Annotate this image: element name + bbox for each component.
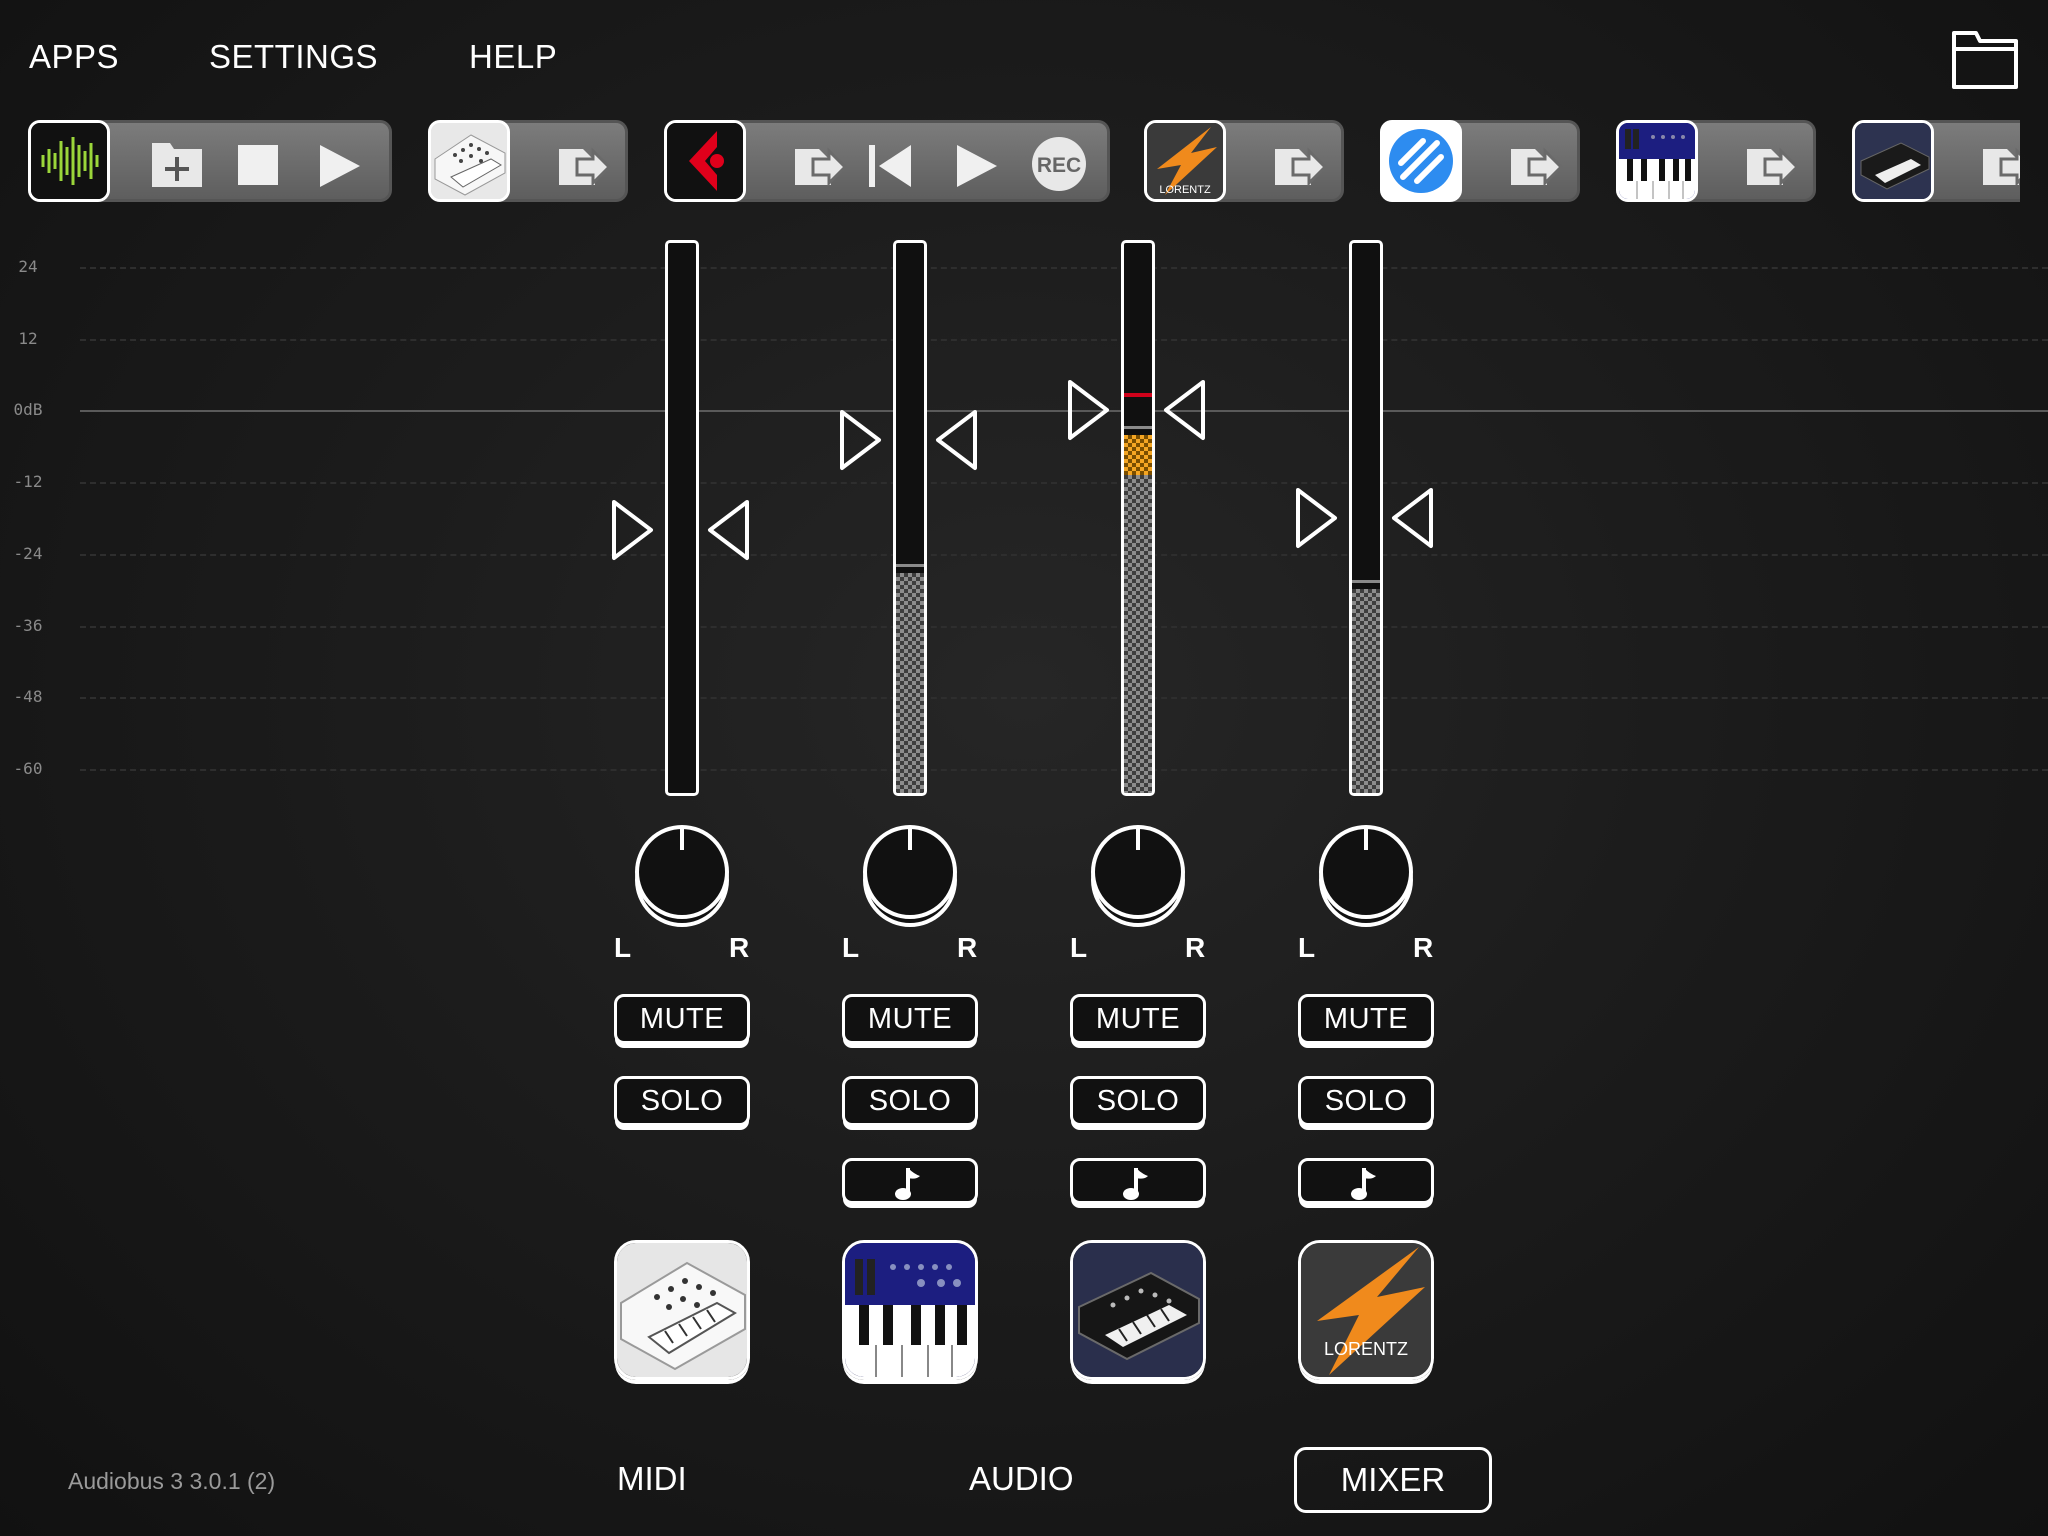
channel-app-icon[interactable] <box>1070 1240 1206 1380</box>
meter-scale-label: 0dB <box>13 400 43 420</box>
channel-app-icon[interactable] <box>842 1240 978 1380</box>
pan-left-label: L <box>842 932 860 963</box>
menu-apps[interactable]: APPS <box>29 38 119 76</box>
meter-fill <box>896 573 924 793</box>
poly-synth-app-icon[interactable] <box>428 120 510 202</box>
pan-left-label: L <box>1070 932 1088 963</box>
meter-peak-marker <box>1352 580 1380 583</box>
meter-fill <box>1124 435 1152 793</box>
app-connect-icon[interactable] <box>1743 143 1800 187</box>
menu-settings[interactable]: SETTINGS <box>209 38 378 76</box>
solo-button[interactable]: SOLO <box>1298 1076 1434 1126</box>
music-note-icon <box>1123 1168 1148 1200</box>
pan-right-label: R <box>729 932 750 963</box>
mute-button[interactable]: MUTE <box>842 994 978 1044</box>
strip-audiobus <box>28 120 392 202</box>
fader-right-arrow-icon <box>1164 380 1205 440</box>
fader-left-arrow-icon <box>840 409 881 470</box>
version-label: Audiobus 3 3.0.1 (2) <box>68 1468 276 1494</box>
midi-note-button[interactable] <box>1070 1158 1206 1204</box>
pan-knob[interactable] <box>1318 824 1414 932</box>
midi-note-button[interactable] <box>842 1158 978 1204</box>
fader-left-arrow-icon <box>1296 487 1337 548</box>
tab-midi[interactable]: MIDI <box>617 1460 687 1498</box>
channel-strip: L R MUTE SOLO <box>819 0 999 1536</box>
mute-button[interactable]: MUTE <box>614 994 750 1044</box>
svg-text:LORENTZ: LORENTZ <box>1324 1339 1408 1359</box>
volume-fader-handle[interactable] <box>839 409 979 471</box>
solo-button[interactable]: SOLO <box>1070 1076 1206 1126</box>
meter-scale-label: -12 <box>13 472 43 492</box>
meter-fill <box>1352 589 1380 793</box>
app-connect-icon[interactable] <box>1979 143 2020 187</box>
meter-scale-label: -48 <box>13 687 43 707</box>
music-note-icon <box>1351 1168 1376 1200</box>
mute-button[interactable]: MUTE <box>1070 994 1206 1044</box>
channel-app-icon[interactable]: LORENTZ <box>1298 1240 1434 1380</box>
pan-right-label: R <box>1185 932 1206 963</box>
pan-knob[interactable] <box>634 824 730 932</box>
analog-synth-app-icon[interactable] <box>1852 120 1934 202</box>
fader-left-arrow-icon <box>1068 380 1109 440</box>
volume-fader-handle[interactable] <box>1295 487 1435 549</box>
volume-fader-handle[interactable] <box>1067 379 1207 441</box>
tab-audio[interactable]: AUDIO <box>969 1460 1074 1498</box>
pan-left-label: L <box>1298 932 1316 963</box>
level-meter <box>1121 240 1155 796</box>
add-preset-icon[interactable] <box>150 143 202 187</box>
fader-right-arrow-icon <box>936 409 977 470</box>
pan-right-label: R <box>1413 932 1434 963</box>
meter-scale-label: -36 <box>13 615 43 635</box>
channel-strip: L R MUTE SOLO <box>591 0 771 1536</box>
pan-knob[interactable] <box>1090 824 1186 932</box>
solo-button[interactable]: SOLO <box>614 1076 750 1126</box>
tab-mixer[interactable]: MIXER <box>1294 1447 1492 1513</box>
channel-strip: L R MUTE SOLO <box>1047 0 1227 1536</box>
meter-peak-marker <box>896 564 924 567</box>
folder-icon[interactable] <box>1950 27 2020 93</box>
pan-right-label: R <box>957 932 978 963</box>
pan-knob[interactable] <box>862 824 958 932</box>
mute-button[interactable]: MUTE <box>1298 994 1434 1044</box>
app-connect-icon[interactable] <box>1507 143 1564 187</box>
meter-scale-label: 24 <box>18 257 38 276</box>
play-icon[interactable] <box>316 143 360 187</box>
strip-blue-synth <box>1616 120 1816 202</box>
menu-help[interactable]: HELP <box>469 38 557 76</box>
strip-clip <box>1852 120 2020 202</box>
channel-strip: L R MUTE SOLO LORENTZ <box>1275 0 1455 1536</box>
volume-fader-handle[interactable] <box>611 499 751 561</box>
meter-scale-label: 12 <box>18 328 38 348</box>
fader-right-arrow-icon <box>1392 487 1433 548</box>
audiobus-app-icon[interactable] <box>28 120 110 202</box>
midi-note-button[interactable] <box>1298 1158 1434 1204</box>
music-note-icon <box>895 1168 920 1200</box>
fader-right-arrow-icon <box>708 499 749 560</box>
meter-scale-label: -24 <box>13 543 43 563</box>
strip-analog-synth <box>1852 120 2020 202</box>
pan-left-label: L <box>614 932 632 963</box>
channel-app-icon[interactable] <box>614 1240 750 1380</box>
solo-button[interactable]: SOLO <box>842 1076 978 1126</box>
level-meter <box>893 240 927 796</box>
stop-icon[interactable] <box>236 143 280 185</box>
blue-synth-app-icon[interactable] <box>1616 120 1698 202</box>
meter-scale-label: -60 <box>13 758 43 778</box>
fader-left-arrow-icon <box>612 499 653 560</box>
